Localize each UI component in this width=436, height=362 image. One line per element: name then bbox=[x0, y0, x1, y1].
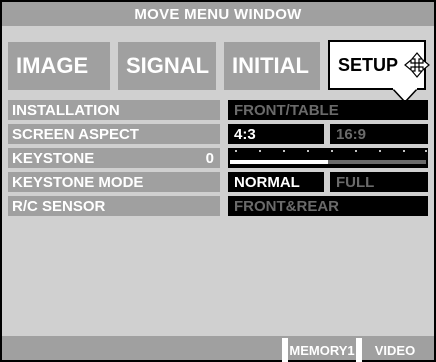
keystone-label-text: KEYSTONE bbox=[12, 149, 95, 167]
window-title: MOVE MENU WINDOW bbox=[2, 2, 434, 26]
keystone-slider-fill bbox=[230, 160, 328, 164]
four-way-arrow-icon bbox=[404, 52, 430, 78]
tab-signal[interactable]: SIGNAL bbox=[118, 42, 216, 90]
aspect-option-16-9[interactable]: 16:9 bbox=[330, 124, 428, 144]
keystone-slider-graphic bbox=[230, 150, 427, 164]
memory-indicator: MEMORY1 bbox=[288, 340, 356, 360]
tab-initial[interactable]: INITIAL bbox=[224, 42, 320, 90]
keystone-mode-full[interactable]: FULL bbox=[330, 172, 428, 192]
rc-sensor-value[interactable]: FRONT&REAR bbox=[228, 196, 428, 216]
tab-image[interactable]: IMAGE bbox=[8, 42, 110, 90]
tab-setup-label: SETUP bbox=[338, 54, 399, 75]
row-installation-label: INSTALLATION bbox=[8, 100, 220, 120]
row-keystone-label: KEYSTONE 0 bbox=[8, 148, 220, 168]
aspect-option-4-3[interactable]: 4:3 bbox=[228, 124, 324, 144]
keystone-mode-normal[interactable]: NORMAL bbox=[228, 172, 324, 192]
source-indicator: VIDEO bbox=[362, 340, 428, 360]
installation-value[interactable]: FRONT/TABLE bbox=[228, 100, 428, 120]
keystone-slider[interactable] bbox=[228, 148, 428, 168]
row-rc-sensor-label: R/C SENSOR bbox=[8, 196, 220, 216]
tab-setup[interactable]: SETUP bbox=[328, 40, 430, 90]
row-screen-aspect-label: SCREEN ASPECT bbox=[8, 124, 220, 144]
keystone-value: 0 bbox=[205, 149, 214, 167]
row-keystone-mode-label: KEYSTONE MODE bbox=[8, 172, 220, 192]
